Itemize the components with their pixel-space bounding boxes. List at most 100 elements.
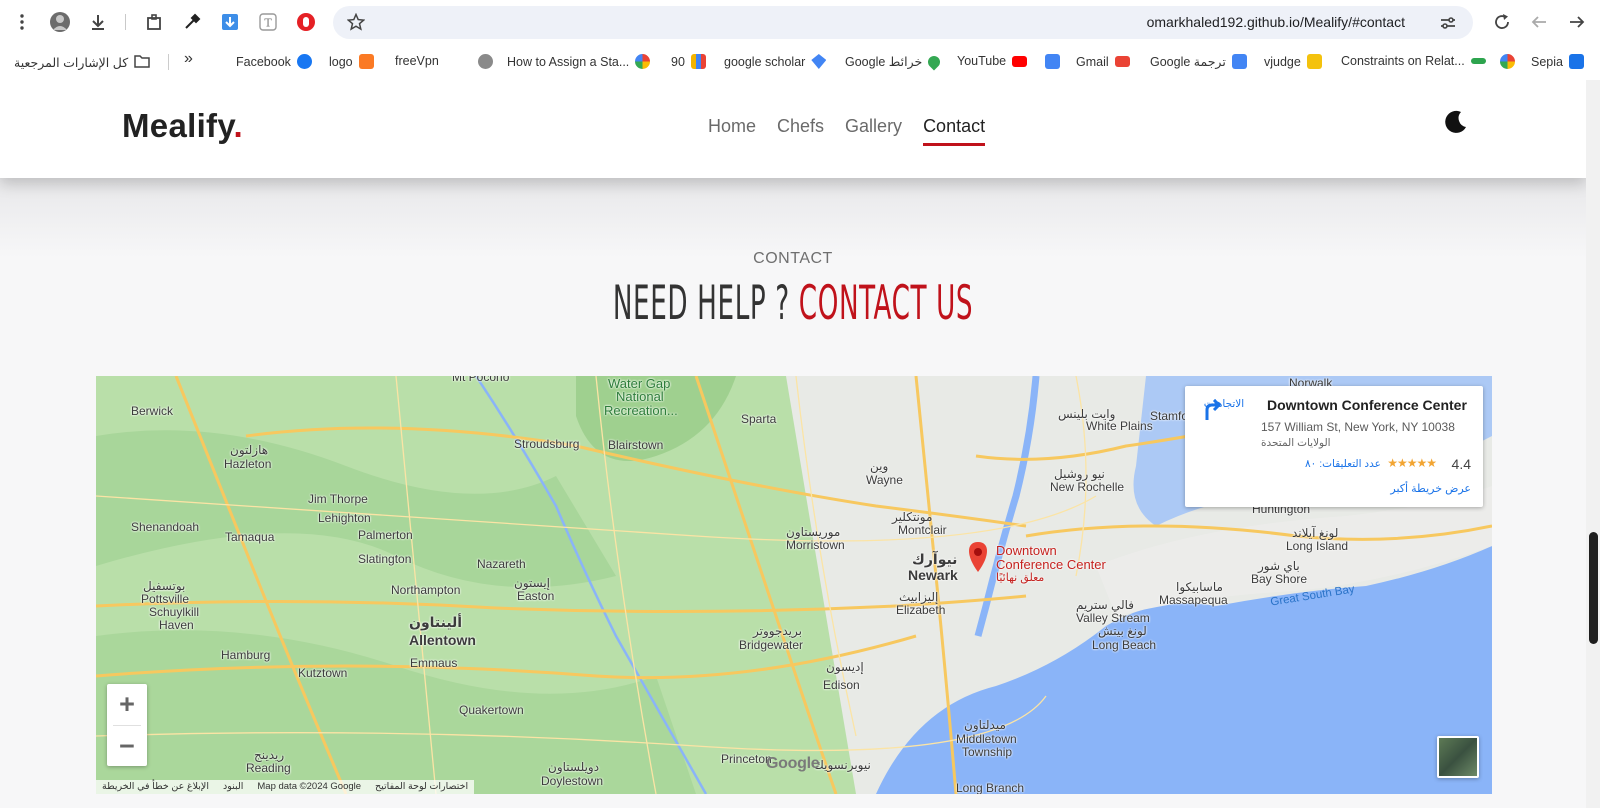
title-accent: CONTACT US (798, 276, 974, 331)
download-icon[interactable] (87, 11, 109, 33)
map-label: دويلستاون (548, 760, 600, 774)
map-label: Sparta (741, 412, 777, 426)
map-label: Mt Pocono (452, 376, 510, 384)
scrollbar-thumb[interactable] (1589, 532, 1598, 644)
download-manager-icon[interactable] (219, 11, 241, 33)
bookmark-logo[interactable]: logo (329, 54, 374, 69)
map-label: Hazleton (224, 457, 272, 471)
all-bookmarks-folder[interactable]: كل الإشارات المرجعية (14, 54, 150, 71)
report-error-link[interactable]: الإبلاغ عن خطأ في الخريطة (102, 781, 209, 793)
bookmark-how-to-assign[interactable]: How to Assign a Sta... (478, 54, 651, 69)
rating-value: 4.4 (1451, 456, 1471, 472)
svg-text:T: T (264, 17, 272, 30)
bookmark-star-icon[interactable] (346, 12, 366, 36)
map-label: إديسون (826, 660, 864, 674)
extensions-icon[interactable] (143, 11, 165, 33)
satellite-toggle[interactable] (1437, 736, 1479, 778)
nav-contact[interactable]: Contact (923, 116, 986, 146)
map-label: Palmerton (358, 528, 413, 542)
vjudge-icon (1306, 54, 1322, 69)
dark-mode-moon-icon[interactable] (1442, 108, 1470, 136)
bookmark-freevpn[interactable]: freeVpn (395, 54, 439, 68)
map-label: Elizabeth (896, 603, 946, 617)
profile-avatar[interactable] (49, 11, 71, 33)
toolbar-divider (125, 14, 126, 30)
reload-icon[interactable] (1491, 11, 1513, 33)
nav-gallery[interactable]: Gallery (845, 116, 902, 146)
page-scrollbar[interactable] (1586, 80, 1600, 808)
zoom-in-button[interactable]: + (107, 684, 147, 725)
nav-home[interactable]: Home (708, 116, 756, 146)
title-plain: NEED HELP ? (612, 276, 799, 331)
facebook-icon (296, 54, 312, 69)
main-nav: Home Chefs Gallery Contact (708, 116, 986, 146)
map-label: Berwick (131, 404, 174, 418)
header-shadow-band (0, 178, 1586, 258)
bookmark-vjudge[interactable]: vjudge (1264, 54, 1322, 69)
map-label: Wayne (866, 473, 903, 487)
bookmarks-bar: كل الإشارات المرجعية » Facebook logo fre… (0, 44, 1600, 80)
map-label: Valley Stream (1076, 611, 1150, 625)
bookmarks-overflow-chevron-icon[interactable]: » (184, 50, 193, 68)
map-label: فالي ستريم (1076, 598, 1135, 612)
keyboard-shortcuts-link[interactable]: اختصارات لوحة المفاتيح (375, 781, 468, 793)
eyedropper-icon[interactable] (181, 11, 203, 33)
map-label: وين (870, 459, 889, 473)
bookmark-label: How to Assign a Sta... (507, 54, 630, 69)
more-menu-icon[interactable] (11, 11, 33, 33)
section-title: NEED HELP ? CONTACT US (301, 276, 1284, 331)
url-text[interactable]: omarkhaled192.github.io/Mealify/#contact (1147, 14, 1405, 30)
bookmark-label: Google خرائط (845, 55, 923, 69)
bookmark-google-maps[interactable]: Google خرائط (845, 53, 943, 70)
site-logo[interactable]: Mealify. (122, 107, 243, 145)
map-label: ألينتاون (409, 614, 463, 630)
zoom-out-button[interactable]: − (107, 726, 147, 767)
google-logo: Google (766, 755, 820, 772)
map-label: Long Beach (1092, 638, 1157, 652)
map-label: مونتكلير (892, 510, 933, 524)
bookmark-google-translate[interactable]: Google ترجمة (1150, 54, 1247, 69)
directions-button[interactable]: الاتجاهات (1199, 396, 1249, 420)
gmail-icon (1114, 56, 1130, 67)
text-tool-icon[interactable]: T (257, 11, 279, 33)
back-arrow-icon[interactable] (1528, 11, 1550, 33)
map-label: موريستاون (786, 525, 841, 539)
site-header: Mealify. Home Chefs Gallery Contact (0, 80, 1586, 178)
bar-chart-icon (690, 54, 706, 69)
bookmark-label: vjudge (1264, 54, 1301, 69)
map-label: ريدينج (254, 748, 285, 762)
logo-text: Mealify (122, 107, 234, 144)
google-map-embed[interactable]: Berwick هازلتون Hazleton Jim Thorpe Lehi… (96, 376, 1492, 794)
map-label: نيو روشيل (1054, 467, 1105, 481)
bookmark-gmail[interactable]: Gmail (1045, 54, 1130, 69)
map-label: Schuylkill (149, 605, 200, 619)
review-count-link[interactable]: عدد التعليقات: ٨٠ (1305, 458, 1381, 470)
forward-arrow-icon[interactable] (1566, 11, 1588, 33)
map-label: بوتسفيل (143, 579, 186, 593)
view-larger-map-link[interactable]: عرض خريطة أكبر (1390, 482, 1471, 495)
bookmark-facebook[interactable]: Facebook (236, 54, 312, 69)
bookmark-label: Google ترجمة (1150, 55, 1226, 69)
bookmark-label: Facebook (236, 54, 291, 69)
adblock-icon[interactable] (295, 11, 317, 33)
bookmark-label: logo (329, 54, 353, 69)
bookmark-constraints[interactable]: Constraints on Relat... (1341, 54, 1486, 68)
pin-label[interactable]: Downtown Conference Center (996, 544, 1126, 572)
map-label: New Rochelle (1050, 480, 1125, 494)
terms-link[interactable]: البنود (223, 781, 243, 793)
bookmark-google-scholar[interactable]: google scholar (724, 54, 827, 69)
map-label: Montclair (898, 523, 947, 537)
bookmark-sepia[interactable]: Sepia (1500, 54, 1584, 69)
map-label: Newark (908, 567, 958, 583)
map-attribution: الإبلاغ عن خطأ في الخريطة البنود Map dat… (96, 780, 475, 794)
address-bar[interactable]: omarkhaled192.github.io/Mealify/#contact (333, 6, 1473, 39)
map-label: Easton (517, 589, 555, 603)
place-address: 157 William St, New York, NY 10038 (1261, 420, 1455, 434)
google-icon (1500, 54, 1515, 69)
site-settings-icon[interactable] (1439, 14, 1457, 37)
map-label: Emmaus (410, 656, 458, 670)
bookmark-youtube[interactable]: YouTube (957, 54, 1028, 68)
bookmark-90[interactable]: 90 (671, 54, 706, 69)
nav-chefs[interactable]: Chefs (777, 116, 824, 146)
folder-icon (134, 54, 150, 71)
